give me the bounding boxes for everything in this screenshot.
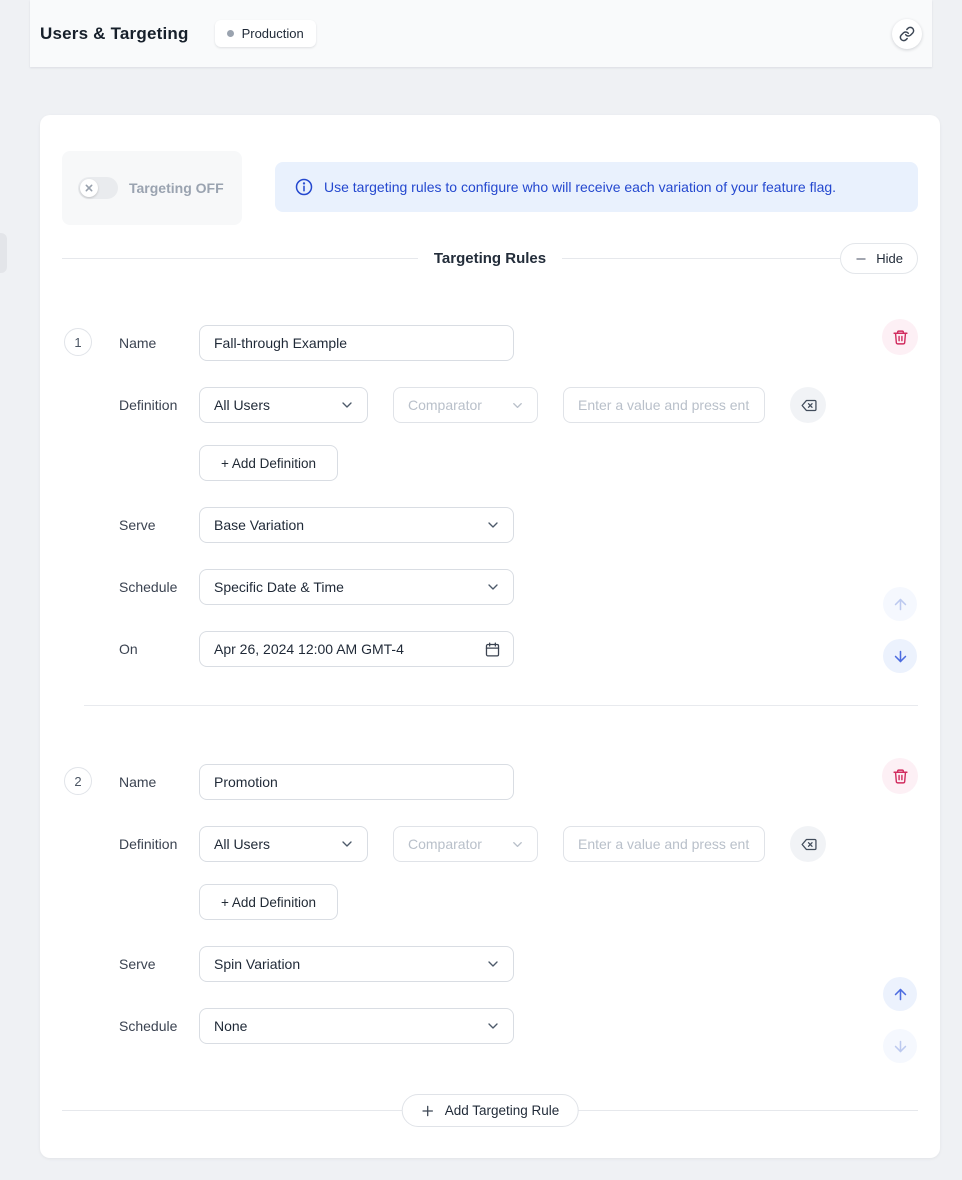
serve-row: Serve Spin Variation [64, 946, 918, 982]
chevron-down-icon [485, 1018, 501, 1034]
comparator-placeholder: Comparator [408, 397, 482, 413]
targeting-toggle-label: Targeting OFF [129, 180, 224, 196]
environment-badge[interactable]: Production [215, 20, 316, 47]
info-icon [295, 178, 313, 196]
add-targeting-rule-button[interactable]: Add Targeting Rule [402, 1094, 579, 1127]
definition-label: Definition [119, 826, 177, 862]
environment-label: Production [242, 26, 304, 41]
rule-separator [84, 705, 918, 706]
info-banner: Use targeting rules to configure who wil… [275, 162, 918, 212]
clear-definition-button[interactable] [790, 387, 826, 423]
serve-select-value: Spin Variation [214, 956, 300, 972]
arrow-down-icon [892, 1038, 909, 1055]
name-label: Name [119, 325, 156, 361]
comparator-placeholder: Comparator [408, 836, 482, 852]
schedule-select-value: Specific Date & Time [214, 579, 344, 595]
rule-name-input[interactable] [199, 764, 514, 800]
add-rule-footer: Add Targeting Rule [62, 1094, 918, 1127]
attribute-select[interactable]: All Users [199, 826, 368, 862]
move-rule-down-button[interactable] [883, 639, 917, 673]
schedule-row: Schedule Specific Date & Time [64, 569, 918, 605]
schedule-select[interactable]: None [199, 1008, 514, 1044]
definition-label: Definition [119, 387, 177, 423]
attribute-select[interactable]: All Users [199, 387, 368, 423]
hide-button-label: Hide [876, 251, 903, 266]
rule-name-input[interactable] [199, 325, 514, 361]
attribute-select-value: All Users [214, 836, 270, 852]
link-icon [899, 26, 915, 42]
arrow-up-icon [892, 596, 909, 613]
comparator-select[interactable]: Comparator [393, 387, 538, 423]
copy-link-button[interactable] [892, 19, 922, 49]
comparator-select[interactable]: Comparator [393, 826, 538, 862]
page-title: Users & Targeting [40, 24, 189, 44]
clear-definition-button[interactable] [790, 826, 826, 862]
chevron-down-icon [485, 579, 501, 595]
hide-rules-button[interactable]: Hide [840, 243, 918, 274]
definition-value-input[interactable] [563, 387, 765, 423]
serve-select[interactable]: Spin Variation [199, 946, 514, 982]
chevron-down-icon [485, 956, 501, 972]
targeting-card: Targeting OFF Use targeting rules to con… [40, 115, 940, 1158]
schedule-row: Schedule None [64, 1008, 918, 1044]
attribute-select-value: All Users [214, 397, 270, 413]
chevron-down-icon [510, 398, 525, 413]
plus-icon [421, 1104, 435, 1118]
targeting-rule-2: 2 Name Definition All Users [64, 758, 918, 1064]
move-rule-up-button[interactable] [883, 587, 917, 621]
chevron-down-icon [510, 837, 525, 852]
schedule-date-value: Apr 26, 2024 12:00 AM GMT-4 [214, 641, 404, 657]
page-header: Users & Targeting Production [30, 0, 932, 67]
toggle-off-x-icon [85, 184, 93, 192]
serve-select[interactable]: Base Variation [199, 507, 514, 543]
targeting-rules-title: Targeting Rules [434, 250, 546, 267]
definition-value-input[interactable] [563, 826, 765, 862]
add-definition-row: + Add Definition [64, 445, 918, 481]
chevron-down-icon [485, 517, 501, 533]
arrow-up-icon [892, 986, 909, 1003]
minus-icon [855, 253, 867, 265]
definition-row: Definition All Users Comparator [64, 826, 918, 862]
name-row: Name [64, 325, 918, 361]
targeting-toggle[interactable] [78, 177, 118, 199]
info-banner-text: Use targeting rules to configure who wil… [324, 179, 836, 195]
schedule-label: Schedule [119, 1008, 177, 1044]
schedule-select[interactable]: Specific Date & Time [199, 569, 514, 605]
drawer-handle[interactable] [0, 233, 7, 273]
move-rule-down-button[interactable] [883, 1029, 917, 1063]
on-date-row: On Apr 26, 2024 12:00 AM GMT-4 [64, 631, 918, 667]
environment-dot-icon [227, 30, 234, 37]
serve-select-value: Base Variation [214, 517, 304, 533]
serve-row: Serve Base Variation [64, 507, 918, 543]
add-definition-row: + Add Definition [64, 884, 918, 920]
name-row: Name [64, 764, 918, 800]
definition-row: Definition All Users Comparator [64, 387, 918, 423]
chevron-down-icon [339, 397, 355, 413]
toggle-knob [80, 179, 98, 197]
chevron-down-icon [339, 836, 355, 852]
name-label: Name [119, 764, 156, 800]
on-label: On [119, 631, 138, 667]
add-definition-button[interactable]: + Add Definition [199, 445, 338, 481]
backspace-icon [800, 397, 817, 414]
backspace-icon [800, 836, 817, 853]
calendar-icon [484, 641, 501, 658]
move-rule-up-button[interactable] [883, 977, 917, 1011]
add-rule-button-label: Add Targeting Rule [445, 1103, 560, 1118]
schedule-label: Schedule [119, 569, 177, 605]
targeting-rules-header: Targeting Rules Hide [62, 243, 918, 274]
targeting-rule-1: 1 Name Definition All Users [64, 319, 918, 705]
divider-line [62, 258, 418, 259]
schedule-date-input[interactable]: Apr 26, 2024 12:00 AM GMT-4 [199, 631, 514, 667]
add-definition-button[interactable]: + Add Definition [199, 884, 338, 920]
serve-label: Serve [119, 507, 156, 543]
targeting-toggle-box: Targeting OFF [62, 151, 242, 225]
schedule-select-value: None [214, 1018, 247, 1034]
serve-label: Serve [119, 946, 156, 982]
arrow-down-icon [892, 648, 909, 665]
